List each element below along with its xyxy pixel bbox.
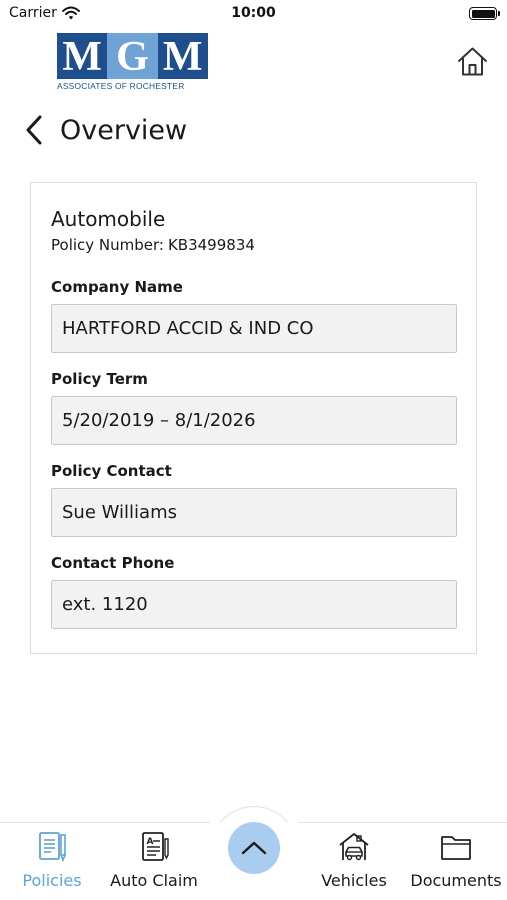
tab-policies[interactable]: Policies xyxy=(12,823,92,900)
company-logo: M G M ASSOCIATES OF ROCHESTER xyxy=(57,33,208,91)
page-title: Overview xyxy=(60,114,188,146)
policy-overview-screen: Carrier 10:00 M G M ASSOCIATES OF ROCHES… xyxy=(0,0,507,900)
tab-documents[interactable]: Documents xyxy=(406,823,506,900)
car-garage-icon xyxy=(339,833,369,861)
logo-letter: M xyxy=(57,33,108,80)
back-button[interactable] xyxy=(24,112,48,148)
tab-documents-label: Documents xyxy=(410,871,502,890)
policy-contact-field-group: Policy Contact Sue Williams xyxy=(51,462,457,537)
home-button[interactable] xyxy=(456,45,489,78)
tab-vehicles[interactable]: Vehicles xyxy=(312,823,396,900)
tab-auto-claim-label: Auto Claim xyxy=(110,871,198,890)
company-name-label: Company Name xyxy=(51,278,183,296)
logo-tagline: ASSOCIATES OF ROCHESTER xyxy=(57,81,185,91)
policy-details-card: Automobile Policy Number: KB3499834 Compa… xyxy=(30,182,477,654)
chevron-up-icon xyxy=(241,841,267,855)
status-bar: Carrier 10:00 xyxy=(0,0,507,28)
company-name-field[interactable]: HARTFORD ACCID & IND CO xyxy=(51,304,457,353)
logo-letter: M xyxy=(157,33,208,80)
svg-text:A: A xyxy=(147,837,154,847)
tab-policies-label: Policies xyxy=(22,871,82,890)
policy-number: Policy Number: KB3499834 xyxy=(51,236,255,254)
folder-icon xyxy=(441,836,471,860)
company-name-field-group: Company Name HARTFORD ACCID & IND CO xyxy=(51,278,457,353)
expand-menu-button[interactable] xyxy=(228,822,280,874)
battery-icon xyxy=(469,7,500,20)
policy-term-field-group: Policy Term 5/20/2019 – 8/1/2026 xyxy=(51,370,457,445)
chevron-left-icon xyxy=(26,115,42,145)
contact-phone-label: Contact Phone xyxy=(51,554,175,572)
home-icon xyxy=(458,47,487,76)
contact-phone-field[interactable]: ext. 1120 xyxy=(51,580,457,629)
policy-type: Automobile xyxy=(51,207,166,231)
policy-number-label: Policy Number: xyxy=(51,236,164,254)
claim-form-icon: A xyxy=(142,832,169,861)
policy-number-value: KB3499834 xyxy=(167,236,255,254)
logo-letter: G xyxy=(107,33,158,80)
policy-contact-label: Policy Contact xyxy=(51,462,172,480)
tab-vehicles-label: Vehicles xyxy=(321,871,387,890)
contact-phone-field-group: Contact Phone ext. 1120 xyxy=(51,554,457,629)
policy-term-label: Policy Term xyxy=(51,370,148,388)
status-time: 10:00 xyxy=(231,5,276,21)
policy-document-icon xyxy=(39,832,66,863)
policy-term-field[interactable]: 5/20/2019 – 8/1/2026 xyxy=(51,396,457,445)
policy-contact-field[interactable]: Sue Williams xyxy=(51,488,457,537)
tab-auto-claim[interactable]: A Auto Claim xyxy=(104,823,204,900)
page-header: Overview xyxy=(24,110,187,150)
